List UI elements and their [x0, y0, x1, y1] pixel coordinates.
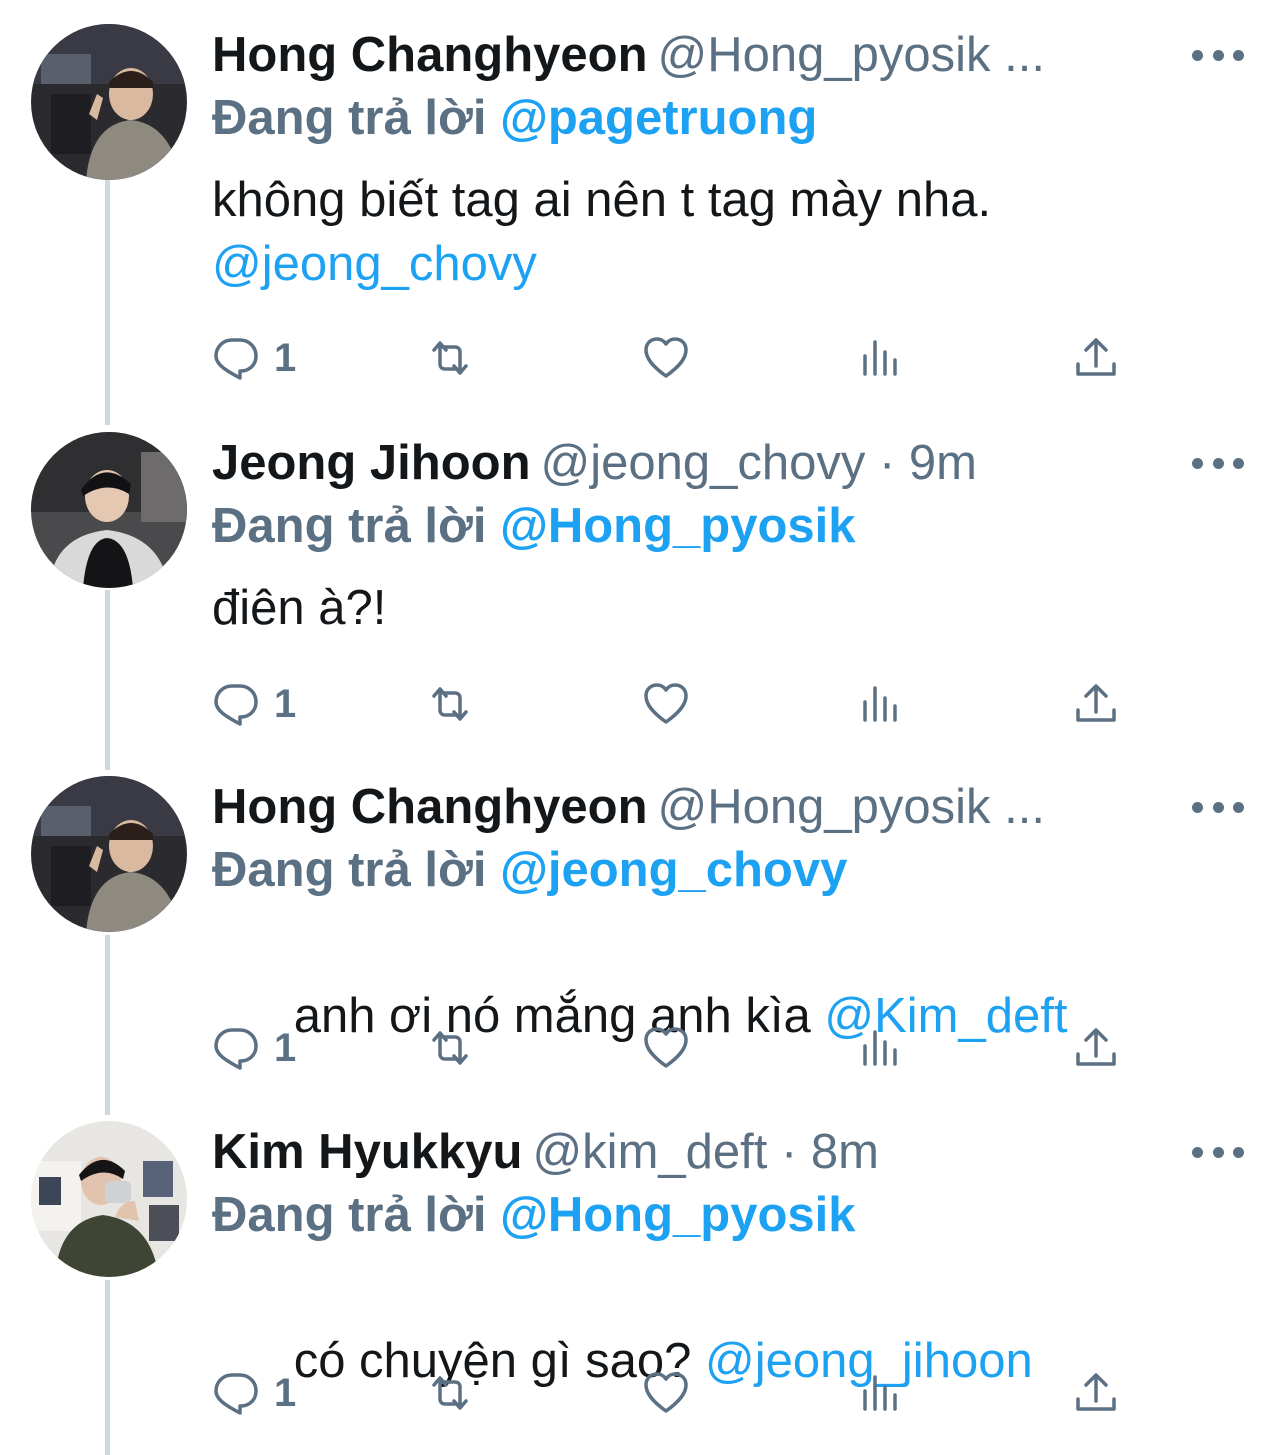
display-name[interactable]: Jeong Jihoon — [212, 436, 531, 490]
analytics-button[interactable] — [857, 330, 905, 386]
more-icon[interactable] — [1192, 1135, 1244, 1169]
reply-count: 1 — [274, 682, 297, 726]
retweet-button[interactable] — [426, 330, 474, 386]
share-icon — [1076, 684, 1116, 722]
tweet-header: Hong Changhyeon @Hong_pyosik ... — [212, 25, 1182, 85]
retweet-icon — [432, 1376, 468, 1410]
tweet-actions: 1 — [212, 330, 1132, 386]
tweet-text: không biết tag ai nên t tag mày nha. @je… — [212, 168, 1222, 296]
replying-to: Đang trả lời @pagetruong — [212, 88, 817, 148]
reply-icon — [214, 338, 258, 380]
share-button[interactable] — [1072, 330, 1120, 386]
avatar[interactable] — [31, 776, 187, 932]
reply-prefix: Đang trả lời — [212, 91, 487, 145]
reply-prefix: Đang trả lời — [212, 499, 487, 553]
avatar[interactable] — [31, 24, 187, 180]
like-button[interactable] — [642, 1365, 690, 1421]
tweet-header: Jeong Jihoon @jeong_chovy · 9m — [212, 433, 1182, 493]
reply-icon — [214, 684, 258, 726]
display-name[interactable]: Hong Changhyeon — [212, 780, 648, 834]
reply-prefix: Đang trả lời — [212, 843, 487, 897]
handle-meta[interactable]: @jeong_chovy · 9m — [541, 436, 978, 490]
tweet-text: điên à?! — [212, 576, 1222, 640]
heart-icon — [644, 1372, 688, 1413]
more-icon[interactable] — [1192, 790, 1244, 824]
tweet-header: Hong Changhyeon @Hong_pyosik ... — [212, 777, 1182, 837]
analytics-button[interactable] — [857, 676, 905, 732]
share-button[interactable] — [1072, 1365, 1120, 1421]
handle-meta[interactable]: @Hong_pyosik ... — [658, 28, 1045, 82]
tweet-text: có chuyện gì sao? @jeong_jihoon — [212, 1265, 1222, 1455]
reply-button[interactable]: 1 — [212, 330, 296, 386]
analytics-icon — [863, 1030, 897, 1066]
tweet[interactable]: Kim Hyukkyu @kim_deft · 8m Đang trả lời @… — [0, 1097, 1284, 1442]
replying-to: Đang trả lời @Hong_pyosik — [212, 496, 856, 556]
more-icon[interactable] — [1192, 38, 1244, 72]
avatar-photo — [31, 24, 187, 180]
tweet-actions: 1 — [212, 1365, 1132, 1421]
reply-button[interactable]: 1 — [212, 1020, 296, 1076]
reply-count: 1 — [274, 1026, 297, 1070]
share-icon — [1076, 1373, 1116, 1411]
replying-to: Đang trả lời @Hong_pyosik — [212, 1185, 856, 1245]
reply-button[interactable]: 1 — [212, 1365, 296, 1421]
retweet-button[interactable] — [426, 1365, 474, 1421]
tweet-actions: 1 — [212, 676, 1132, 732]
like-button[interactable] — [642, 676, 690, 732]
tweet-header: Kim Hyukkyu @kim_deft · 8m — [212, 1122, 1182, 1182]
tweet[interactable]: Jeong Jihoon @jeong_chovy · 9m Đang trả l… — [0, 408, 1284, 753]
avatar-photo — [31, 776, 187, 932]
share-icon — [1076, 1028, 1116, 1066]
retweet-button[interactable] — [426, 676, 474, 732]
reply-thread: Hong Changhyeon @Hong_pyosik ... Đang trả… — [0, 0, 1284, 1455]
retweet-icon — [432, 1031, 468, 1065]
reply-count: 1 — [274, 336, 297, 380]
display-name[interactable]: Hong Changhyeon — [212, 28, 648, 82]
avatar[interactable] — [31, 432, 187, 588]
mention-link[interactable]: @jeong_chovy — [212, 237, 537, 291]
tweet-actions: 1 — [212, 1020, 1132, 1076]
reply-mention-link[interactable]: @Hong_pyosik — [500, 1188, 855, 1242]
heart-icon — [644, 683, 688, 724]
reply-count: 1 — [274, 1371, 297, 1415]
share-button[interactable] — [1072, 676, 1120, 732]
reply-mention-link[interactable]: @pagetruong — [500, 91, 817, 145]
tweet[interactable]: Hong Changhyeon @Hong_pyosik ... Đang trả… — [0, 0, 1284, 380]
analytics-button[interactable] — [857, 1020, 905, 1076]
retweet-icon — [432, 341, 468, 375]
analytics-icon — [863, 340, 897, 376]
reply-icon — [214, 1373, 258, 1415]
retweet-icon — [432, 687, 468, 721]
reply-button[interactable]: 1 — [212, 676, 296, 732]
share-icon — [1076, 338, 1116, 376]
tweet-text: anh ơi nó mắng anh kìa @Kim_deft — [212, 920, 1222, 1112]
tweet[interactable]: Hong Changhyeon @Hong_pyosik ... Đang trả… — [0, 752, 1284, 1097]
analytics-icon — [863, 1375, 897, 1411]
analytics-button[interactable] — [857, 1365, 905, 1421]
reply-prefix: Đang trả lời — [212, 1188, 487, 1242]
heart-icon — [644, 337, 688, 378]
like-button[interactable] — [642, 1020, 690, 1076]
reply-mention-link[interactable]: @Hong_pyosik — [500, 499, 855, 553]
display-name[interactable]: Kim Hyukkyu — [212, 1125, 522, 1179]
avatar[interactable] — [31, 1121, 187, 1277]
tweet-text-content: điên à?! — [212, 581, 387, 635]
share-button[interactable] — [1072, 1020, 1120, 1076]
heart-icon — [644, 1027, 688, 1068]
handle-meta[interactable]: @kim_deft · 8m — [532, 1125, 879, 1179]
avatar-photo — [31, 432, 187, 588]
reply-icon — [214, 1028, 258, 1070]
avatar-photo — [31, 1121, 187, 1277]
reply-mention-link[interactable]: @jeong_chovy — [500, 843, 847, 897]
handle-meta[interactable]: @Hong_pyosik ... — [658, 780, 1045, 834]
tweet-text-content: không biết tag ai nên t tag mày nha. — [212, 173, 992, 227]
more-icon[interactable] — [1192, 446, 1244, 480]
like-button[interactable] — [642, 330, 690, 386]
retweet-button[interactable] — [426, 1020, 474, 1076]
analytics-icon — [863, 686, 897, 722]
replying-to: Đang trả lời @jeong_chovy — [212, 840, 847, 900]
